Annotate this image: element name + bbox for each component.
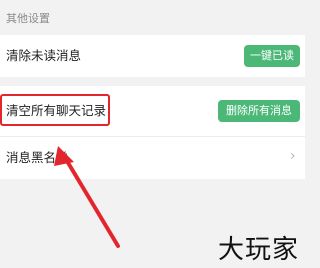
watermark-logo: 大玩家 bbox=[217, 235, 299, 265]
annotation-arrow-icon bbox=[54, 146, 120, 248]
